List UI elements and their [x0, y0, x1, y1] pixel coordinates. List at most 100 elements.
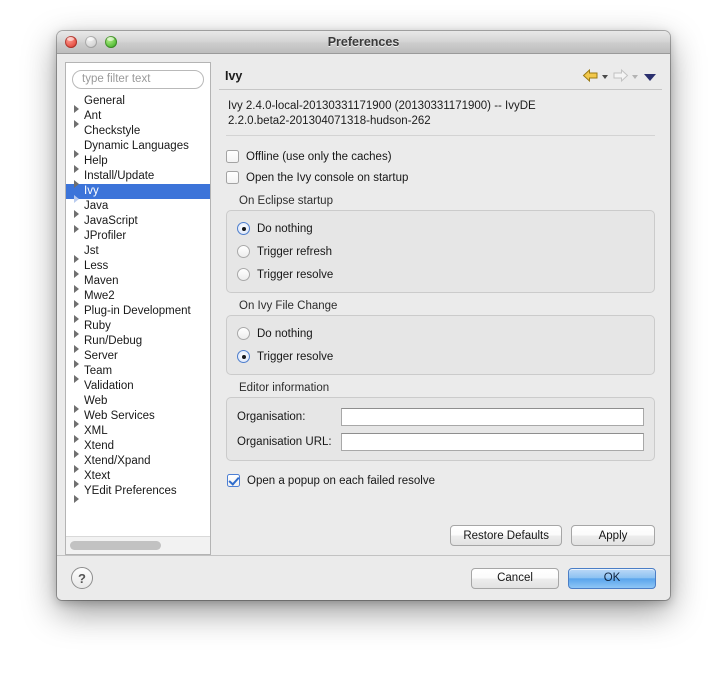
- editor-information-group-label: Editor information: [239, 382, 330, 394]
- sidebar-item-help[interactable]: Help: [66, 154, 210, 173]
- sidebar-item-ruby[interactable]: Ruby: [66, 319, 210, 338]
- help-icon[interactable]: ?: [71, 567, 93, 589]
- tree-horizontal-scrollbar[interactable]: [66, 536, 210, 554]
- startup-option-row[interactable]: Do nothing: [237, 217, 644, 240]
- minimize-window-button[interactable]: [85, 36, 97, 48]
- sidebar-item-jprofiler[interactable]: JProfiler: [66, 229, 210, 244]
- failed-resolve-popup-label: Open a popup on each failed resolve: [247, 474, 435, 487]
- preference-page: Ivy Ivy 2.4.0-local-20130331171900 (2013…: [219, 62, 662, 555]
- ok-button[interactable]: OK: [568, 567, 656, 589]
- ivy-file-change-group-label: On Ivy File Change: [239, 300, 338, 312]
- sidebar-item-maven[interactable]: Maven: [66, 274, 210, 293]
- sidebar-item-xml[interactable]: XML: [66, 424, 210, 443]
- startup-radio-do-nothing[interactable]: [237, 222, 250, 235]
- sidebar-item-label: Xtend/Xpand: [84, 454, 151, 467]
- sidebar-item-label: JProfiler: [84, 229, 127, 242]
- version-line-1: Ivy 2.4.0-local-20130331171900 (20130331…: [228, 100, 536, 112]
- dialog-footer: ? Cancel OK: [57, 555, 670, 600]
- startup-radio-trigger-refresh[interactable]: [237, 245, 250, 258]
- back-arrow-icon[interactable]: [582, 68, 599, 83]
- sidebar-item-jst[interactable]: Jst: [66, 244, 210, 263]
- eclipse-startup-group-box: Do nothing Trigger refresh Trigger resol…: [226, 210, 655, 293]
- sidebar-item-plug-in-development[interactable]: Plug-in Development: [66, 304, 210, 323]
- zoom-window-button[interactable]: [105, 36, 117, 48]
- forward-history-caret-icon: [631, 69, 640, 83]
- back-history-caret-icon[interactable]: [601, 69, 610, 83]
- sidebar-item-label: Ivy: [84, 184, 99, 197]
- organisation-label: Organisation:: [237, 410, 306, 423]
- open-console-checkbox[interactable]: [226, 171, 239, 184]
- sidebar-item-label: Dynamic Languages: [84, 139, 189, 152]
- tree-scroll-area[interactable]: General Ant Checkstyle Dynamic Languages Hel…: [66, 92, 210, 536]
- eclipse-startup-group-label: On Eclipse startup: [239, 195, 333, 207]
- ivy-file-change-group-box: Do nothing Trigger resolve: [226, 315, 655, 375]
- sidebar-item-label: Validation: [84, 379, 134, 392]
- sidebar-item-label: Java: [84, 199, 109, 212]
- filechange-radio-do-nothing-label: Do nothing: [257, 327, 313, 340]
- sidebar-item-less[interactable]: Less: [66, 259, 210, 278]
- ivy-file-change-group: On Ivy File Change Do nothing Trigger re…: [226, 300, 655, 375]
- preference-page-content: Ivy 2.4.0-local-20130331171900 (20130331…: [219, 90, 662, 519]
- sidebar-item-label: Server: [84, 349, 118, 362]
- version-line-2: 2.2.0.beta2-201304071318-hudson-262: [228, 115, 431, 127]
- filechange-option-row[interactable]: Trigger resolve: [237, 345, 644, 368]
- sidebar-item-general[interactable]: General: [66, 94, 210, 113]
- search-input[interactable]: [72, 69, 204, 89]
- console-checkbox-row[interactable]: Open the Ivy console on startup: [226, 167, 655, 188]
- sidebar-item-label: Plug-in Development: [84, 304, 191, 317]
- sidebar-item-checkstyle[interactable]: Checkstyle: [66, 124, 210, 139]
- sidebar-item-label: Team: [84, 364, 113, 377]
- eclipse-startup-group: On Eclipse startup Do nothing Trigger re…: [226, 195, 655, 293]
- sidebar-item-label: Less: [84, 259, 109, 272]
- sidebar-item-xtend[interactable]: Xtend: [66, 439, 210, 458]
- close-window-button[interactable]: [65, 36, 77, 48]
- sidebar-item-label: Ruby: [84, 319, 111, 332]
- organisation-url-input[interactable]: [341, 432, 644, 451]
- window-title: Preferences: [327, 35, 400, 49]
- sidebar-item-javascript[interactable]: JavaScript: [66, 214, 210, 233]
- failed-resolve-popup-checkbox[interactable]: [227, 474, 240, 487]
- sidebar-item-mwe2[interactable]: Mwe2: [66, 289, 210, 308]
- dialog-body: General Ant Checkstyle Dynamic Languages Hel…: [57, 54, 670, 555]
- sidebar-item-team[interactable]: Team: [66, 364, 210, 383]
- filechange-radio-trigger-resolve-label: Trigger resolve: [257, 350, 334, 363]
- popup-checkbox-row[interactable]: Open a popup on each failed resolve: [226, 470, 655, 491]
- sidebar-item-web-services[interactable]: Web Services: [66, 409, 210, 428]
- startup-radio-trigger-resolve[interactable]: [237, 268, 250, 281]
- sidebar-item-run-debug[interactable]: Run/Debug: [66, 334, 210, 353]
- sidebar-item-web[interactable]: Web: [66, 394, 210, 413]
- scrollbar-thumb[interactable]: [70, 541, 162, 550]
- sidebar-item-install-update[interactable]: Install/Update: [66, 169, 210, 188]
- apply-button[interactable]: Apply: [571, 525, 655, 546]
- window-titlebar[interactable]: Preferences: [57, 31, 670, 54]
- sidebar-item-ant[interactable]: Ant: [66, 109, 210, 128]
- forward-arrow-icon: [612, 68, 629, 83]
- sidebar-item-xtend-xpand[interactable]: Xtend/Xpand: [66, 454, 210, 473]
- startup-radio-trigger-refresh-label: Trigger refresh: [257, 245, 332, 258]
- cancel-button[interactable]: Cancel: [471, 567, 559, 589]
- preferences-tree: General Ant Checkstyle Dynamic Languages Hel…: [66, 93, 210, 503]
- filechange-radio-trigger-resolve[interactable]: [237, 350, 250, 363]
- sidebar-item-label: Ant: [84, 109, 102, 122]
- filechange-option-row[interactable]: Do nothing: [237, 322, 644, 345]
- sidebar-item-dynamic-languages[interactable]: Dynamic Languages: [66, 139, 210, 158]
- view-menu-icon[interactable]: [642, 69, 658, 83]
- startup-option-row[interactable]: Trigger refresh: [237, 240, 644, 263]
- sidebar-item-yedit-preferences[interactable]: YEdit Preferences: [66, 484, 210, 503]
- sidebar-item-java[interactable]: Java: [66, 199, 210, 218]
- sidebar-item-validation[interactable]: Validation: [66, 379, 210, 394]
- organisation-input[interactable]: [341, 407, 644, 426]
- sidebar-item-ivy[interactable]: Ivy: [66, 183, 210, 203]
- sidebar-item-label: Xtend: [84, 439, 115, 452]
- sidebar-item-xtext[interactable]: Xtext: [66, 469, 210, 488]
- sidebar-item-label: Web: [84, 394, 108, 407]
- offline-checkbox-label: Offline (use only the caches): [246, 150, 392, 163]
- filechange-radio-do-nothing[interactable]: [237, 327, 250, 340]
- preference-page-header: Ivy: [219, 62, 662, 90]
- offline-checkbox-row[interactable]: Offline (use only the caches): [226, 146, 655, 167]
- startup-option-row[interactable]: Trigger resolve: [237, 263, 644, 286]
- sidebar-item-label: Run/Debug: [84, 334, 143, 347]
- offline-checkbox[interactable]: [226, 150, 239, 163]
- sidebar-item-server[interactable]: Server: [66, 349, 210, 368]
- restore-defaults-button[interactable]: Restore Defaults: [450, 525, 562, 546]
